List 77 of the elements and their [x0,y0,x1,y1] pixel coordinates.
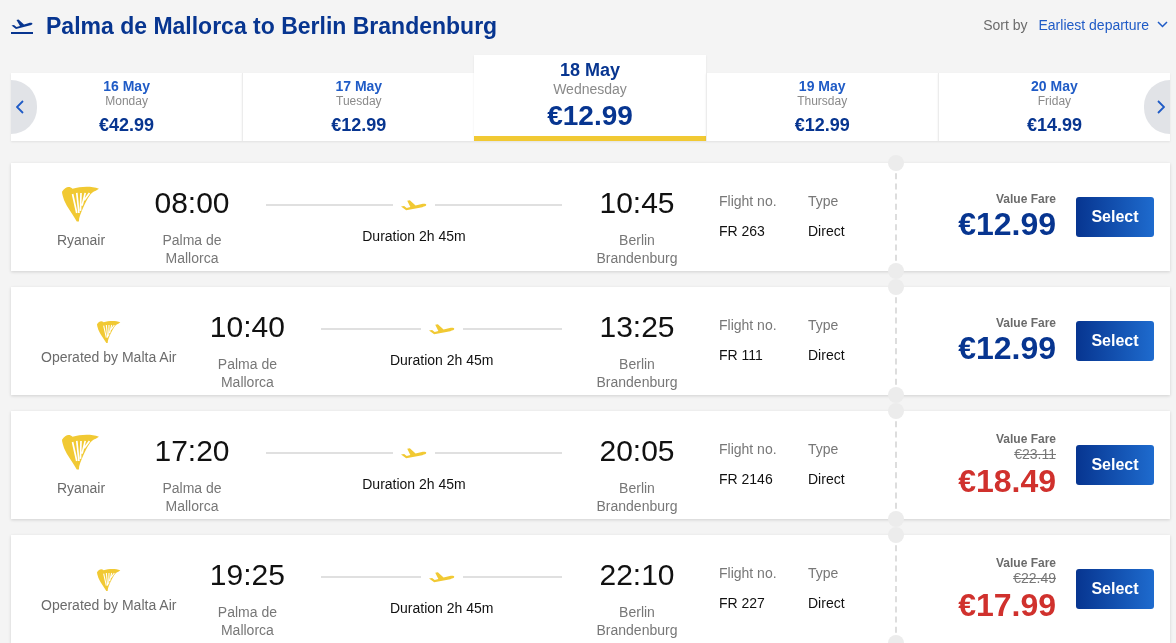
flight-duration: Duration 2h 45m [389,351,494,369]
date-tab[interactable]: 18 May Wednesday €12.99 [474,55,706,141]
departure-time: 19:25 [209,557,285,593]
flight-type-label: Type [808,440,840,458]
arrival-airport: Berlin Brandenburg [595,603,679,639]
sort-label: Sort by [983,16,1028,33]
flight-duration: Duration 2h 45m [362,227,466,245]
ticket-notch [888,387,904,403]
page-title: Palma de Mallorca to Berlin Brandenburg [46,12,498,40]
original-price: €23.11 [1014,445,1056,463]
departure-airport: Palma de Mallorca [161,231,223,267]
arrival-time: 13:25 [599,309,675,345]
flight-duration: Duration 2h 45m [362,475,466,493]
flight-type-label: Type [808,316,840,334]
departure-time: 10:40 [209,309,285,345]
flight-number-label: Flight no. [719,564,778,582]
airline-name: Operated by Malta Air [41,348,177,366]
arrival-time: 10:45 [599,185,675,221]
departure-airport: Palma de Mallorca [161,479,223,515]
plane-icon [401,199,427,211]
fare-label: Value Fare [995,555,1056,570]
fare-label: Value Fare [995,192,1056,206]
flight-type-label: Type [808,192,840,210]
departure-airport: Palma de Mallorca [216,603,278,639]
flight-number-label: Flight no. [719,316,778,334]
harp-logo-icon [96,320,121,344]
flight-number: FR 2146 [719,470,774,488]
date-tab[interactable]: 20 May Friday €14.99 [937,73,1170,141]
fare-price: €12.99 [958,206,1056,242]
plane-icon [401,447,427,459]
plane-takeoff-icon [11,18,33,34]
flight-type: Direct [808,594,846,612]
flight-type-label: Type [808,564,840,582]
plane-icon [428,323,455,335]
sort-dropdown[interactable]: Earliest departure [1038,16,1168,33]
airline-name: Ryanair [56,479,106,497]
flight-number: FR 111 [719,346,764,364]
chevron-right-icon [1157,100,1165,114]
select-button[interactable]: Select [1076,197,1154,237]
ticket-notch [888,511,904,527]
flight-type: Direct [808,346,846,364]
harp-logo-icon [62,433,100,471]
departure-time: 08:00 [154,185,230,221]
ticket-notch [888,263,904,279]
fare-price: €18.49 [958,462,1056,499]
chevron-down-icon [1157,21,1168,28]
arrival-airport: Berlin Brandenburg [595,355,679,391]
harp-logo-icon [96,568,121,592]
fare-label: Value Fare [995,316,1056,330]
airline-name: Operated by Malta Air [41,596,177,614]
flight-number: FR 263 [719,222,766,240]
departure-airport: Palma de Mallorca [216,355,278,391]
flight-type: Direct [808,470,846,488]
select-button[interactable]: Select [1076,321,1154,361]
fare-label: Value Fare [995,431,1056,446]
date-tab[interactable]: 17 May Tuesday €12.99 [242,73,475,141]
airline-name: Ryanair [56,231,106,249]
fare-price: €17.99 [958,586,1056,623]
fare-price: €12.99 [958,330,1056,366]
select-button[interactable]: Select [1076,569,1154,609]
arrival-time: 20:05 [599,433,675,469]
original-price: €22.49 [1013,569,1056,587]
flight-duration: Duration 2h 45m [389,599,494,617]
flight-number: FR 227 [719,594,766,612]
arrival-airport: Berlin Brandenburg [595,479,679,515]
arrival-time: 22:10 [599,557,675,593]
flight-type: Direct [808,222,846,240]
harp-logo-icon [62,185,100,223]
date-tab[interactable]: 16 May Monday €42.99 [11,73,243,141]
flight-number-label: Flight no. [719,440,778,458]
departure-time: 17:20 [154,433,230,469]
arrival-airport: Berlin Brandenburg [595,231,679,267]
flight-number-label: Flight no. [719,192,778,210]
select-button[interactable]: Select [1076,445,1154,485]
date-tab[interactable]: 19 May Thursday €12.99 [705,73,938,141]
plane-icon [428,571,455,583]
chevron-left-icon [16,100,24,114]
